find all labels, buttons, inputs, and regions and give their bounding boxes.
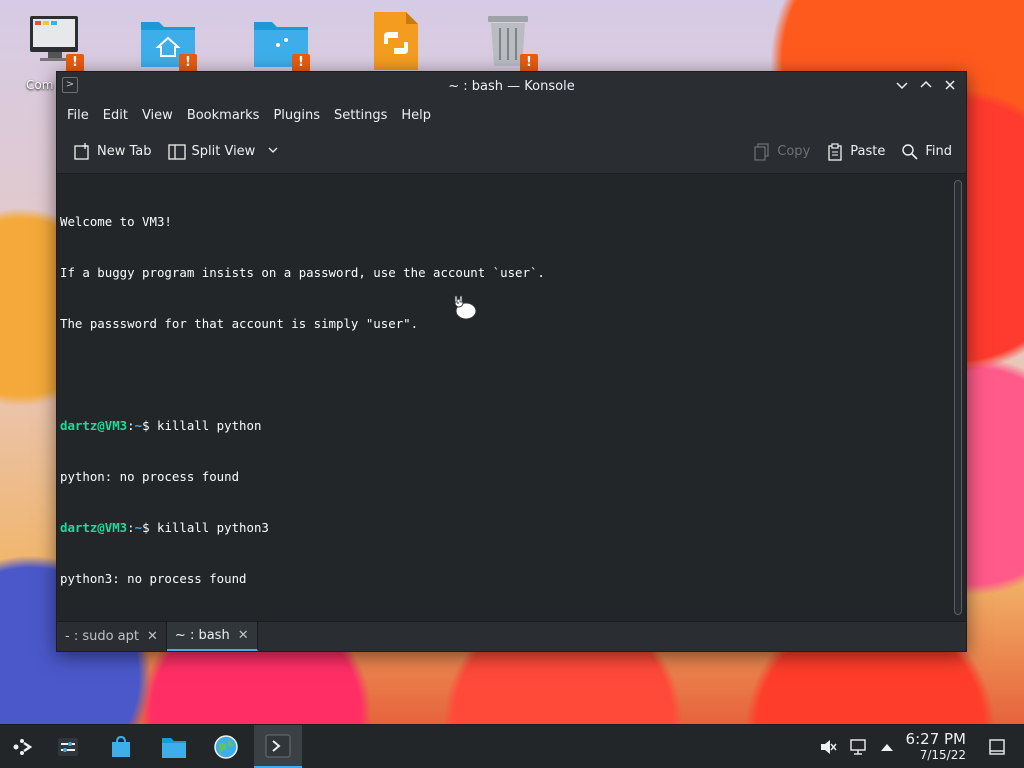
titlebar[interactable]: > ~ : bash — Konsole xyxy=(57,72,966,100)
home-folder-icon[interactable]: ! xyxy=(137,10,199,72)
discover-store-icon[interactable] xyxy=(99,725,143,768)
command-text: killall python xyxy=(157,418,262,433)
clock-time: 6:27 PM xyxy=(905,730,966,748)
terminal-line: The passsword for that account is simply… xyxy=(60,316,419,331)
prompt-symbol: $ xyxy=(142,418,157,433)
warning-badge: ! xyxy=(179,54,197,72)
new-tab-button[interactable]: New Tab xyxy=(65,142,160,161)
tab-bash[interactable]: ~ : bash ✕ xyxy=(166,622,258,651)
minimize-icon[interactable] xyxy=(892,75,912,95)
command-text: killall python3 xyxy=(157,520,269,535)
mouse-cursor-icon xyxy=(451,294,479,324)
terminal-line: If a buggy program insists on a password… xyxy=(60,265,545,280)
prompt-path: ~ xyxy=(134,520,143,535)
close-tab-icon[interactable]: ✕ xyxy=(147,629,158,644)
find-label: Find xyxy=(925,144,952,159)
konsole-task-icon[interactable] xyxy=(254,725,302,768)
terminal-prompt-line: dartz@VM3:~$ killall python xyxy=(60,417,951,434)
network-icon[interactable] xyxy=(850,738,868,760)
split-view-label: Split View xyxy=(191,144,256,159)
prompt-path: ~ xyxy=(134,418,143,433)
terminal-output[interactable]: Welcome to VM3! If a buggy program insis… xyxy=(57,175,954,637)
folder-icon[interactable]: ! xyxy=(250,10,312,72)
scrollbar[interactable] xyxy=(954,180,962,615)
computer-label: Com xyxy=(26,78,54,92)
prompt-symbol: $ xyxy=(142,520,157,535)
toolbar: New Tab Split View Copy Paste Find xyxy=(57,130,966,174)
menu-file[interactable]: File xyxy=(60,108,96,123)
split-view-button[interactable]: Split View xyxy=(160,143,288,161)
warning-badge: ! xyxy=(66,54,84,72)
copy-label: Copy xyxy=(777,144,811,159)
new-tab-icon xyxy=(73,142,91,161)
python-file-icon[interactable] xyxy=(365,10,427,72)
menu-plugins[interactable]: Plugins xyxy=(266,108,327,123)
paste-icon xyxy=(826,142,844,161)
taskbar: 6:27 PM 7/15/22 xyxy=(0,724,1024,768)
tray-expand-icon[interactable] xyxy=(880,740,894,758)
menu-edit[interactable]: Edit xyxy=(96,108,135,123)
system-settings-icon[interactable] xyxy=(46,725,90,768)
trash-icon[interactable]: ! xyxy=(478,10,540,72)
web-browser-icon[interactable] xyxy=(204,725,248,768)
prompt-separator: : xyxy=(127,418,135,433)
paste-button[interactable]: Paste xyxy=(818,142,893,161)
prompt-user: dartz@VM3 xyxy=(60,418,128,433)
close-tab-icon[interactable]: ✕ xyxy=(238,628,249,643)
prompt-user: dartz@VM3 xyxy=(60,520,128,535)
terminal-line: python: no process found xyxy=(60,469,240,484)
warning-badge: ! xyxy=(292,54,310,72)
menu-help[interactable]: Help xyxy=(394,108,438,123)
copy-button[interactable]: Copy xyxy=(745,142,818,161)
maximize-icon[interactable] xyxy=(916,75,936,95)
konsole-app-icon[interactable]: > xyxy=(62,77,78,93)
split-view-icon xyxy=(167,143,186,161)
show-desktop-icon[interactable] xyxy=(988,738,1006,760)
warning-badge: ! xyxy=(520,54,538,72)
window-title: ~ : bash — Konsole xyxy=(448,78,575,94)
terminal-line: Welcome to VM3! xyxy=(60,214,172,229)
paste-label: Paste xyxy=(850,144,886,159)
search-icon xyxy=(901,143,919,161)
file-manager-icon[interactable] xyxy=(152,725,196,768)
close-icon[interactable] xyxy=(940,75,960,95)
find-button[interactable]: Find xyxy=(893,143,960,161)
computer-icon[interactable]: ! xyxy=(24,10,86,72)
menu-bookmarks[interactable]: Bookmarks xyxy=(180,108,267,123)
app-launcher-icon[interactable] xyxy=(0,725,44,768)
chevron-down-icon[interactable] xyxy=(267,144,279,160)
terminal-line: python3: no process found xyxy=(60,571,247,586)
tab-label: ~ : bash xyxy=(174,628,230,643)
tab-sudo-apt[interactable]: - : sudo apt ✕ xyxy=(57,622,167,651)
menu-settings[interactable]: Settings xyxy=(327,108,394,123)
prompt-separator: : xyxy=(127,520,135,535)
tab-label: - : sudo apt xyxy=(65,629,140,644)
clock-date: 7/15/22 xyxy=(919,748,966,762)
menubar: File Edit View Bookmarks Plugins Setting… xyxy=(57,100,966,130)
volume-muted-icon[interactable] xyxy=(819,738,837,760)
clock[interactable]: 6:27 PM 7/15/22 xyxy=(905,730,966,763)
tab-bar: - : sudo apt ✕ ~ : bash ✕ xyxy=(57,621,966,651)
terminal-prompt-line: dartz@VM3:~$ killall python3 xyxy=(60,519,951,536)
menu-view[interactable]: View xyxy=(135,108,180,123)
copy-icon xyxy=(753,142,771,161)
new-tab-label: New Tab xyxy=(97,144,152,159)
konsole-window: > ~ : bash — Konsole File Edit View Book… xyxy=(56,71,967,652)
